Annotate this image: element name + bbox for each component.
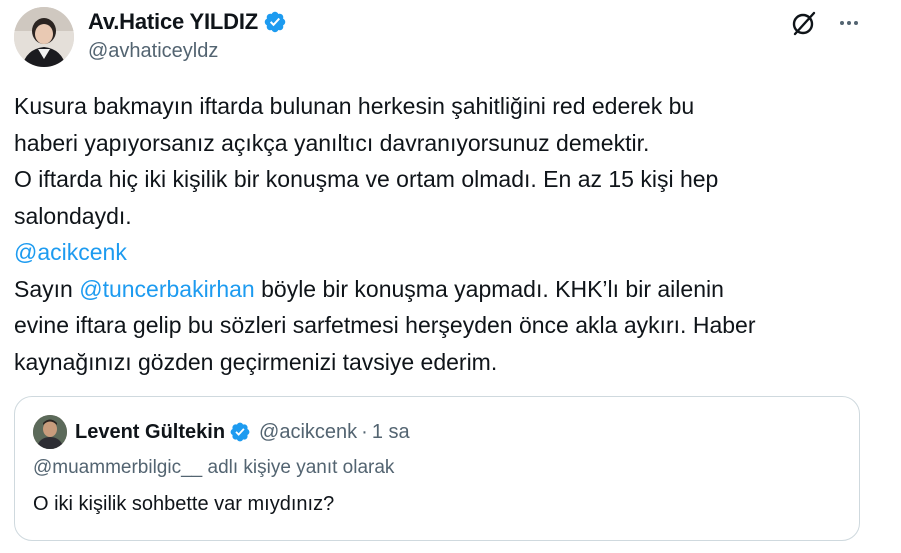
tweet-line: evine iftara gelip bu sözleri sarfetmesi… <box>14 312 756 338</box>
grok-icon[interactable] <box>791 10 817 36</box>
quoted-author-name[interactable]: Levent Gültekin <box>75 421 225 444</box>
tweet-line: Sayın @tuncerbakirhan böyle bir konuşma … <box>14 271 874 308</box>
verified-badge-icon <box>264 11 286 33</box>
verified-badge-icon <box>230 422 250 442</box>
tweet-line: O iftarda hiç iki kişilik bir konuşma ve… <box>14 166 719 192</box>
tweet-line: kaynağınızı gözden geçirmenizi tavsiye e… <box>14 348 498 375</box>
author-name-row: Av.Hatice YILDIZ <box>88 8 287 36</box>
tweet-card: Av.Hatice YILDIZ @avhaticeyldz Kusura ba… <box>0 0 901 553</box>
quoted-author-handle[interactable]: @acikcenk <box>259 421 357 444</box>
tweet-line: salondaydı. <box>14 202 132 229</box>
tweet-line: Kusura bakmayın iftarda bulunan herkesin… <box>14 93 695 119</box>
quoted-tweet-text: O iki kişilik sohbette var mıydınız? <box>33 493 335 515</box>
tweet-line: haberi yapıyorsanız açıkça yanıltıcı dav… <box>14 129 650 156</box>
tweet-text: Kusura bakmayın iftarda bulunan herkesin… <box>14 88 874 380</box>
author-display-name[interactable]: Av.Hatice YILDIZ <box>88 9 258 35</box>
top-actions <box>791 10 861 36</box>
quoted-tweet-header: Levent Gültekin @acikcenk · 1 sa <box>33 415 410 449</box>
separator-dot: · <box>361 420 368 443</box>
quoted-tweet[interactable]: Levent Gültekin @acikcenk · 1 sa @muamme… <box>14 396 860 541</box>
quoted-author-avatar[interactable] <box>33 415 67 449</box>
reply-context: @muammerbilgic__ adlı kişiye yanıt olara… <box>33 457 395 478</box>
mention-link-acikcenk[interactable]: @acikcenk <box>14 234 874 271</box>
mention-link-tuncerbakirhan[interactable]: @tuncerbakirhan <box>79 276 255 302</box>
tweet-line-prefix: Sayın <box>14 275 80 302</box>
more-icon[interactable] <box>837 11 861 35</box>
author-avatar[interactable] <box>14 7 74 67</box>
tweet-line-suffix: böyle bir konuşma yapmadı. KHK’lı bir ai… <box>254 275 724 302</box>
author-handle[interactable]: @avhaticeyldz <box>88 40 287 63</box>
author-block: Av.Hatice YILDIZ @avhaticeyldz <box>88 8 287 63</box>
quoted-tweet-timestamp[interactable]: 1 sa <box>372 421 410 444</box>
